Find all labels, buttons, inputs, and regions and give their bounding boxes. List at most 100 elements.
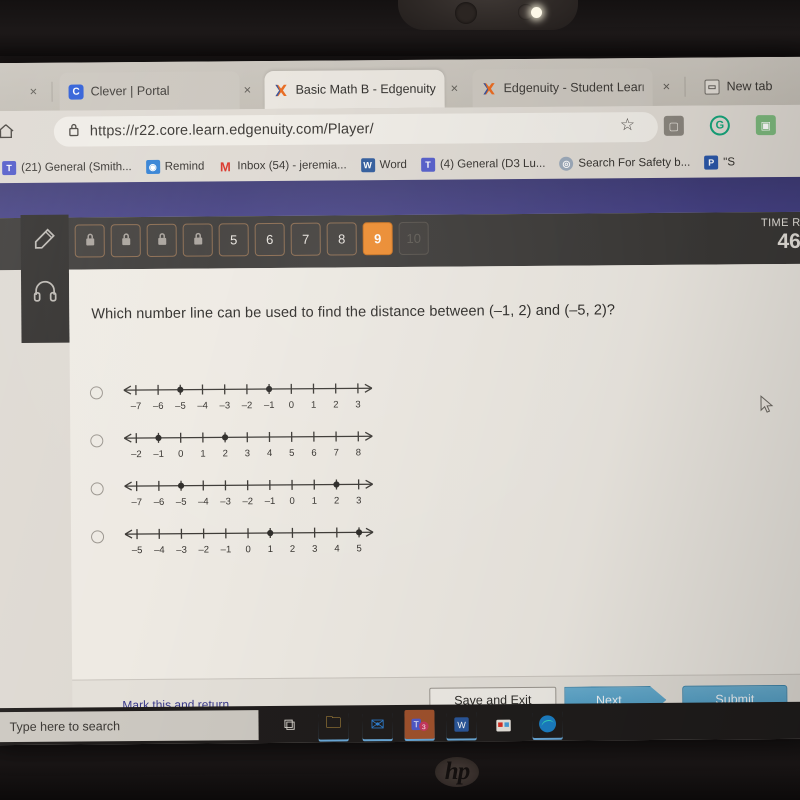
edgenuity-icon [481, 81, 496, 96]
bookmark-item[interactable]: T (21) General (Smith... [2, 160, 132, 176]
browser-tab-label: New tab [726, 79, 773, 94]
answer-option-c[interactable]: –7 –6 –5 –4 –3 –2 –1 0 1 2 3 [90, 470, 571, 518]
bookmark-item[interactable]: W Word [360, 158, 407, 173]
extension-icon[interactable]: ▣ [755, 115, 776, 136]
store-icon[interactable] [488, 709, 518, 738]
svg-text:0: 0 [245, 544, 250, 555]
browser-tab-strip: × C Clever | Portal × Basic Math B - Edg… [0, 56, 800, 112]
question-tab-7[interactable]: 7 [290, 222, 321, 256]
bookmark-item[interactable]: M Inbox (54) - jeremia... [218, 158, 347, 174]
question-tab-10: 10 [398, 221, 429, 256]
svg-text:2: 2 [333, 399, 338, 410]
bookmark-item[interactable]: ◎ Search For Safety b... [559, 156, 690, 171]
svg-text:–5: –5 [132, 545, 143, 556]
bookmark-label: Remind [164, 160, 205, 173]
file-explorer-icon[interactable]: 🗀 [318, 710, 348, 739]
bookmark-item[interactable]: ◉ Remind [145, 159, 205, 174]
time-remaining: TIME R 46 [761, 217, 800, 254]
question-tab-6[interactable]: 6 [254, 222, 285, 257]
hp-brand-logo: hp [435, 757, 479, 787]
teams-icon: T [420, 157, 435, 172]
svg-text:T: T [413, 719, 419, 729]
laptop-photo-background: hp × C Clever | Portal × Basic Math B - … [0, 0, 800, 800]
highlighter-tool-button[interactable] [21, 215, 69, 267]
address-bar[interactable]: https://r22.core.learn.edgenuity.com/Pla… [53, 111, 658, 147]
question-tab-8[interactable]: 8 [326, 222, 357, 256]
answer-radio-d[interactable] [91, 530, 105, 544]
svg-text:–3: –3 [220, 496, 231, 507]
newtab-icon: ▭ [704, 78, 720, 95]
address-bar-url: https://r22.core.learn.edgenuity.com/Pla… [89, 121, 374, 140]
mail-icon[interactable]: ✉ [362, 710, 392, 739]
teams-icon[interactable]: T 3 [404, 709, 435, 739]
edge-icon[interactable] [532, 709, 562, 738]
question-tab-5[interactable]: 5 [218, 223, 249, 257]
svg-text:–3: –3 [176, 545, 187, 556]
svg-text:6: 6 [311, 448, 316, 459]
browser-tab-new-tab[interactable]: ▭ New tab [695, 67, 799, 106]
svg-text:–7: –7 [131, 497, 142, 508]
answer-radio-c[interactable] [90, 482, 104, 496]
bookmark-label: (21) General (Smith... [21, 161, 132, 174]
collections-icon[interactable]: ▢ [663, 115, 684, 136]
bookmark-label: "S [723, 156, 736, 169]
windows-taskbar: Type here to search ⧉ 🗀 ✉ T 3 W [0, 701, 800, 746]
grammarly-icon[interactable]: G [709, 115, 730, 136]
tab-close-edgenuity-student[interactable]: × [662, 79, 670, 94]
answer-option-a[interactable]: –7 –6 –5 –4 –3 –2 –1 0 1 2 3 [89, 374, 570, 422]
bookmark-item[interactable]: T (4) General (D3 Lu... [420, 157, 546, 172]
svg-text:2: 2 [223, 448, 228, 459]
question-tab-9[interactable]: 9 [362, 222, 393, 256]
bookmark-label: Search For Safety b... [578, 156, 691, 170]
svg-text:3: 3 [355, 399, 360, 410]
bookmark-item[interactable]: P "S [704, 155, 736, 170]
svg-text:–1: –1 [153, 449, 164, 460]
tab-close-clever[interactable]: × [243, 82, 251, 97]
svg-text:–6: –6 [153, 401, 164, 412]
browser-tab-edgenuity-student[interactable]: Edgenuity - Student Learni [472, 68, 653, 108]
svg-text:–3: –3 [220, 400, 231, 411]
svg-text:5: 5 [356, 543, 361, 554]
svg-text:–1: –1 [221, 544, 232, 555]
headphones-icon [33, 279, 57, 306]
svg-text:–4: –4 [198, 497, 209, 508]
task-view-icon[interactable]: ⧉ [274, 711, 304, 740]
svg-text:1: 1 [311, 400, 316, 411]
svg-text:–2: –2 [242, 496, 253, 507]
home-icon[interactable] [0, 122, 16, 140]
windows-search-placeholder: Type here to search [9, 719, 121, 735]
number-line-a: –7 –6 –5 –4 –3 –2 –1 0 1 2 3 [122, 375, 402, 422]
tab-close-basic-math[interactable]: × [450, 81, 458, 96]
audio-tool-button[interactable] [21, 267, 69, 319]
bookmark-label: Word [379, 158, 407, 172]
answer-option-b[interactable]: –2 –1 0 1 2 3 4 5 6 7 8 [90, 422, 570, 470]
windows-search-box[interactable]: Type here to search [0, 710, 259, 743]
bookmark-label: Inbox (54) - jeremia... [237, 159, 347, 173]
browser-tab-label: Basic Math B - Edgenuity.cc [295, 81, 436, 97]
question-tab-locked [146, 223, 177, 257]
favorite-star-icon[interactable]: ☆ [620, 115, 635, 135]
svg-text:1: 1 [268, 544, 273, 555]
answer-radio-b[interactable] [90, 434, 104, 448]
question-tab-locked [182, 223, 213, 257]
laptop-screen: × C Clever | Portal × Basic Math B - Edg… [0, 56, 800, 746]
lock-icon [155, 232, 168, 249]
word-icon[interactable]: W [446, 709, 476, 738]
lock-icon [68, 122, 80, 141]
answer-radio-a[interactable] [89, 386, 103, 400]
number-line-d: –5 –4 –3 –2 –1 0 1 2 3 4 5 [123, 519, 403, 566]
answer-option-d[interactable]: –5 –4 –3 –2 –1 0 1 2 3 4 5 [91, 518, 571, 566]
browser-tab-clever[interactable]: C Clever | Portal [59, 71, 240, 111]
svg-text:3: 3 [421, 724, 425, 731]
tab-close-leading[interactable]: × [29, 84, 37, 99]
edgenuity-icon [273, 82, 288, 97]
tools-sidebar [20, 214, 70, 343]
svg-text:8: 8 [356, 447, 361, 458]
svg-text:–4: –4 [197, 401, 208, 412]
question-tab-locked [74, 224, 105, 258]
svg-text:3: 3 [312, 544, 317, 555]
browser-tab-basic-math[interactable]: Basic Math B - Edgenuity.cc [264, 69, 445, 110]
svg-text:3: 3 [245, 448, 250, 459]
svg-text:4: 4 [267, 448, 272, 459]
pencil-icon [33, 226, 57, 255]
